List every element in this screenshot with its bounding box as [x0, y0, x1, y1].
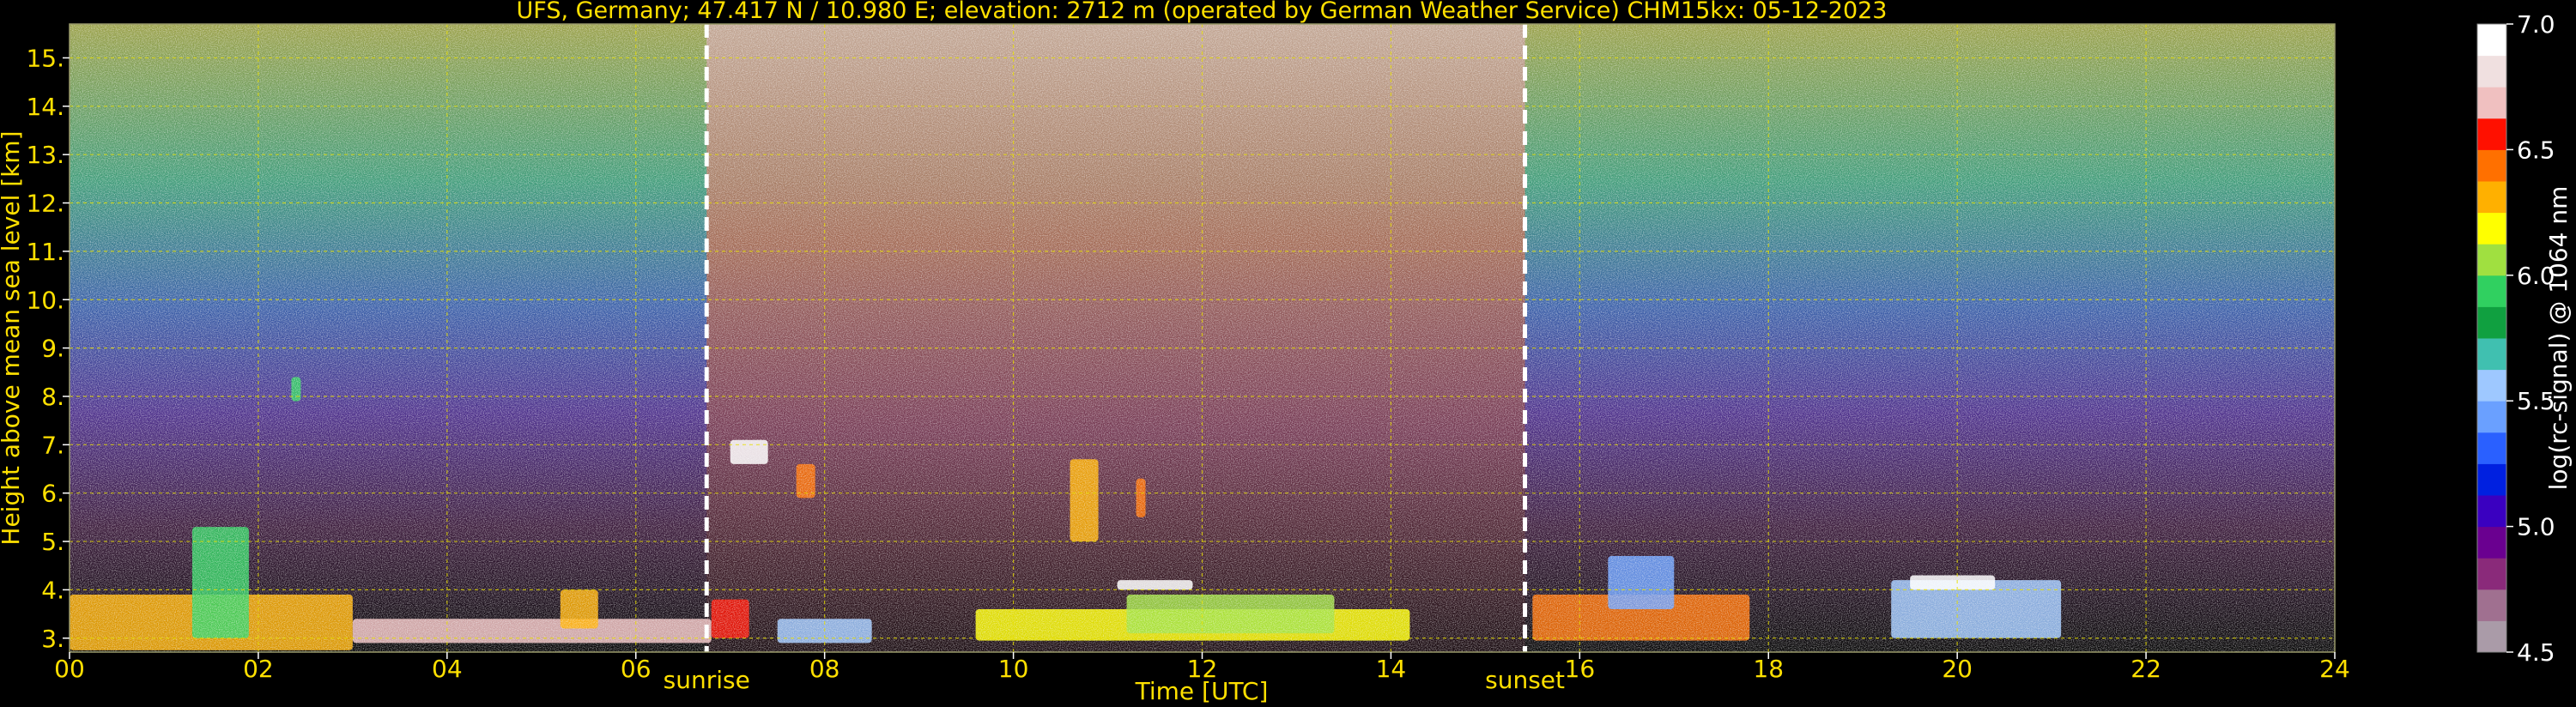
- chart-title: UFS, Germany; 47.417 N / 10.980 E; eleva…: [517, 0, 1888, 24]
- colorbar-label: log(rc-signal) @ 1064 nm: [2544, 186, 2573, 491]
- y-axis-label: Height above mean sea level [km]: [0, 130, 25, 545]
- y-tick-label-9: 12.: [26, 190, 64, 218]
- colorbar-segment-0: [2477, 620, 2506, 653]
- colorbar-segment-17: [2477, 87, 2506, 119]
- y-tick-label-12: 15.: [26, 44, 64, 72]
- x-tick-label-4: 08: [809, 655, 840, 683]
- x-tick-label-1: 02: [243, 655, 274, 683]
- y-tick-label-8: 11.: [26, 238, 64, 266]
- colorbar-tick-label-0: 4.5: [2517, 638, 2555, 667]
- x-tick-label-3: 06: [621, 655, 652, 683]
- y-tick-label-4: 7.: [41, 431, 64, 459]
- x-tick-label-11: 22: [2131, 655, 2161, 683]
- y-tick-label-6: 9.: [41, 335, 64, 363]
- colorbar-segment-6: [2477, 432, 2506, 464]
- colorbar-tick-label-5: 7.0: [2517, 10, 2555, 39]
- x-tick-label-5: 10: [998, 655, 1029, 683]
- colorbar-segment-11: [2477, 275, 2506, 307]
- colorbar-segment-13: [2477, 212, 2506, 245]
- colorbar-segment-7: [2477, 401, 2506, 433]
- colorbar-segment-16: [2477, 118, 2506, 150]
- y-axis-ticks: 3. 4. 5. 6. 7. 8. 9. 10. 11. 12. 13. 14. 15.: [26, 44, 70, 653]
- colorbar-tick-label-4: 6.5: [2517, 136, 2555, 164]
- y-tick-label-1: 4.: [41, 576, 64, 604]
- colorbar-segment-14: [2477, 181, 2506, 214]
- colorbar-segment-15: [2477, 149, 2506, 182]
- colorbar-segment-9: [2477, 338, 2506, 371]
- y-tick-label-10: 13.: [26, 141, 64, 169]
- signal-noise-texture: [70, 24, 2335, 652]
- x-tick-label-0: 00: [54, 655, 85, 683]
- colorbar-segment-19: [2477, 24, 2506, 57]
- y-tick-label-11: 14.: [26, 93, 64, 121]
- marker-label-sunset: sunset: [1485, 666, 1565, 694]
- colorbar: 4.55.05.56.06.57.0: [2476, 10, 2555, 667]
- x-tick-label-2: 04: [432, 655, 463, 683]
- x-tick-label-7: 14: [1376, 655, 1407, 683]
- ceilometer-figure: UFS, Germany; 47.417 N / 10.980 E; eleva…: [0, 0, 2573, 705]
- x-tick-label-10: 20: [1942, 655, 1973, 683]
- y-tick-label-5: 8.: [41, 383, 64, 411]
- x-axis-label: Time [UTC]: [1135, 677, 1269, 705]
- colorbar-tick-label-1: 5.0: [2517, 513, 2555, 541]
- colorbar-segment-4: [2477, 495, 2506, 528]
- y-tick-label-3: 6.: [41, 480, 64, 508]
- x-tick-label-9: 18: [1753, 655, 1784, 683]
- colorbar-segment-12: [2477, 244, 2506, 276]
- x-tick-label-8: 16: [1565, 655, 1596, 683]
- colorbar-segment-8: [2477, 369, 2506, 402]
- y-tick-label-0: 3.: [41, 625, 64, 653]
- colorbar-segment-5: [2477, 463, 2506, 496]
- y-tick-label-7: 10.: [26, 286, 64, 314]
- colorbar-segment-2: [2477, 558, 2506, 590]
- x-tick-label-12: 24: [2319, 655, 2350, 683]
- plot-area: [70, 24, 2335, 652]
- y-tick-label-2: 5.: [41, 528, 64, 556]
- colorbar-segment-18: [2477, 55, 2506, 88]
- colorbar-segment-10: [2477, 306, 2506, 339]
- colorbar-segment-3: [2477, 526, 2506, 559]
- colorbar-segment-1: [2477, 589, 2506, 621]
- marker-label-sunrise: sunrise: [664, 666, 750, 694]
